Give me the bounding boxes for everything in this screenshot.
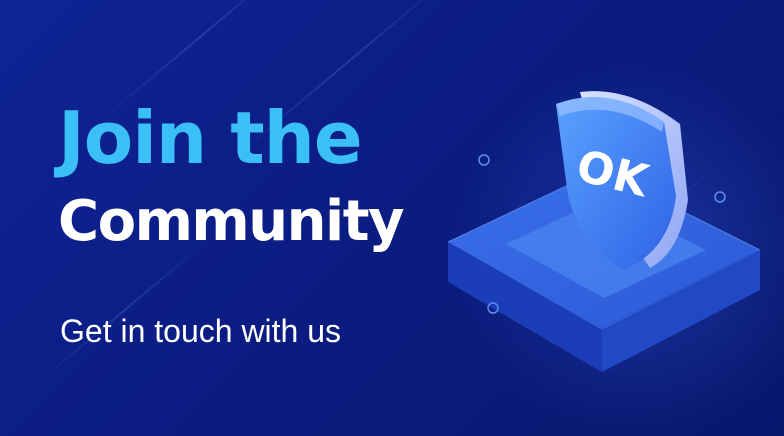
dot-icon (714, 191, 726, 203)
community-banner: Join the Community Get in touch with us (0, 0, 784, 436)
shield-illustration: OK (447, 91, 761, 372)
dot-icon (478, 154, 490, 166)
